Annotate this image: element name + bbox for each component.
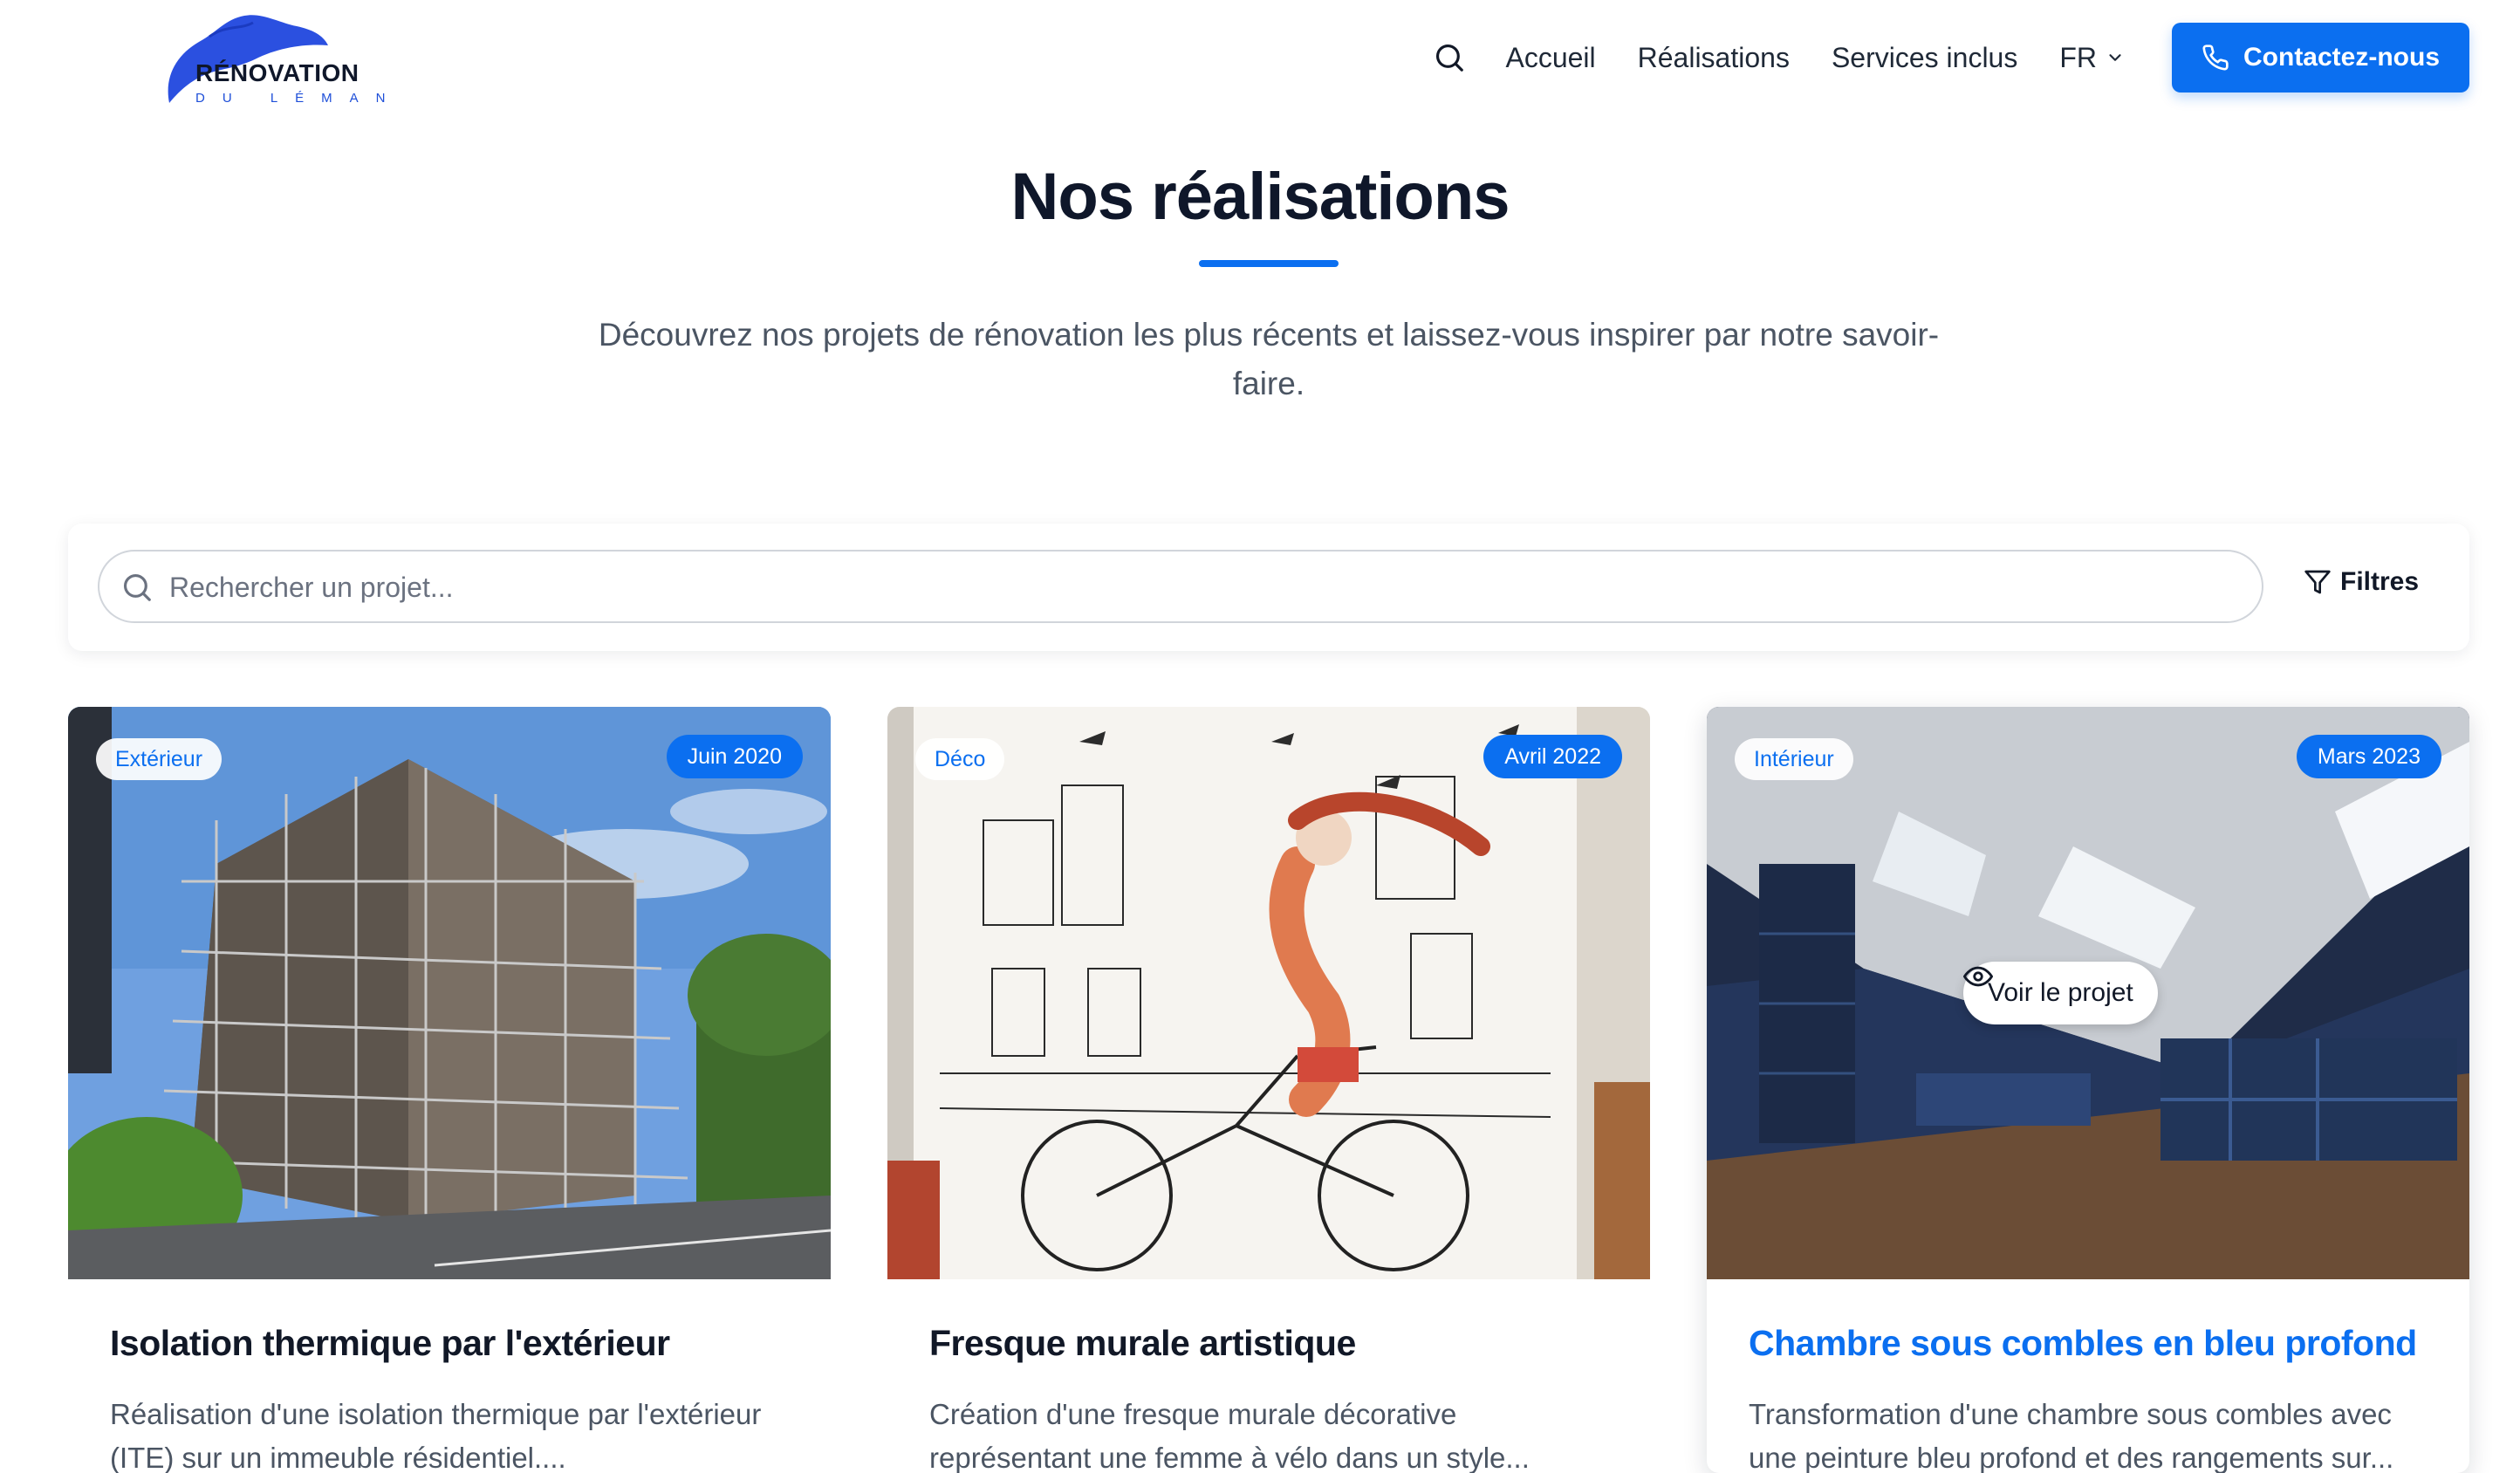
category-badge: Extérieur bbox=[96, 738, 223, 780]
nav-link-services[interactable]: Services inclus bbox=[1832, 42, 2017, 74]
filters-label: Filtres bbox=[2340, 567, 2420, 596]
date-badge: Mars 2023 bbox=[2296, 735, 2441, 778]
project-image-fresque[interactable]: Déco Avril 2022 bbox=[887, 707, 1650, 1279]
project-title[interactable]: Isolation thermique par l'extérieur bbox=[110, 1323, 808, 1364]
main-nav: Accueil Réalisations Services inclus FR … bbox=[1432, 23, 2469, 92]
search-input[interactable] bbox=[169, 564, 2246, 611]
view-project-label: Voir le projet bbox=[1988, 978, 2133, 1007]
page-title: Nos réalisations bbox=[1010, 160, 1510, 234]
search-icon bbox=[123, 573, 151, 601]
filter-icon bbox=[2304, 570, 2331, 594]
logo-subtitle: DU LÉMAN bbox=[195, 91, 403, 106]
chevron-down-icon bbox=[2109, 54, 2121, 61]
language-label: FR bbox=[2059, 41, 2097, 73]
project-card[interactable]: Extérieur Juin 2020 Isolation thermique … bbox=[68, 707, 831, 1473]
project-image-chambre[interactable]: Intérieur Mars 2023 Voir le projet bbox=[1707, 707, 2469, 1279]
view-project-button[interactable]: Voir le projet bbox=[1963, 962, 2158, 1024]
project-title[interactable]: Fresque murale artistique bbox=[929, 1323, 1627, 1364]
project-image-facade[interactable]: Extérieur Juin 2020 bbox=[68, 707, 831, 1279]
search-panel: Filtres bbox=[68, 524, 2469, 651]
language-selector[interactable]: FR bbox=[2059, 42, 2125, 74]
contact-button-label: Contactez-nous bbox=[2243, 43, 2440, 72]
title-underline bbox=[1199, 260, 1339, 267]
category-badge: Déco bbox=[915, 738, 1005, 780]
category-badge: Intérieur bbox=[1735, 738, 1853, 780]
date-badge: Avril 2022 bbox=[1483, 735, 1622, 778]
phone-icon bbox=[2202, 45, 2229, 71]
mural-bicycle-image bbox=[887, 707, 1650, 1279]
brand-logo[interactable]: RÉNOVATION DU LÉMAN bbox=[157, 7, 386, 108]
site-header: RÉNOVATION DU LÉMAN Accueil Réalisations… bbox=[0, 0, 2520, 122]
filters-button[interactable]: Filtres bbox=[2304, 567, 2419, 597]
nav-link-accueil[interactable]: Accueil bbox=[1505, 42, 1595, 74]
logo-wordmark: RÉNOVATION bbox=[195, 59, 360, 86]
eye-icon bbox=[1963, 966, 1993, 987]
project-title[interactable]: Chambre sous combles en bleu profond bbox=[1749, 1323, 2447, 1364]
search-icon[interactable] bbox=[1432, 40, 1467, 75]
date-badge: Juin 2020 bbox=[666, 735, 803, 778]
contact-button[interactable]: Contactez-nous bbox=[2172, 23, 2469, 92]
scaffolding-building-image bbox=[68, 707, 831, 1279]
search-box[interactable] bbox=[98, 550, 2263, 623]
project-card[interactable]: Déco Avril 2022 Fresque murale artistiqu… bbox=[887, 707, 1650, 1473]
project-description: Réalisation d'une isolation thermique pa… bbox=[110, 1398, 762, 1473]
nav-link-realisations[interactable]: Réalisations bbox=[1638, 42, 1790, 74]
project-description: Transformation d'une chambre sous comble… bbox=[1749, 1398, 2394, 1473]
project-card[interactable]: Intérieur Mars 2023 Voir le projet Chamb… bbox=[1707, 707, 2469, 1473]
page-subtitle: Découvrez nos projets de rénovation les … bbox=[598, 317, 1940, 401]
project-description: Création d'une fresque murale décorative… bbox=[929, 1398, 1530, 1473]
